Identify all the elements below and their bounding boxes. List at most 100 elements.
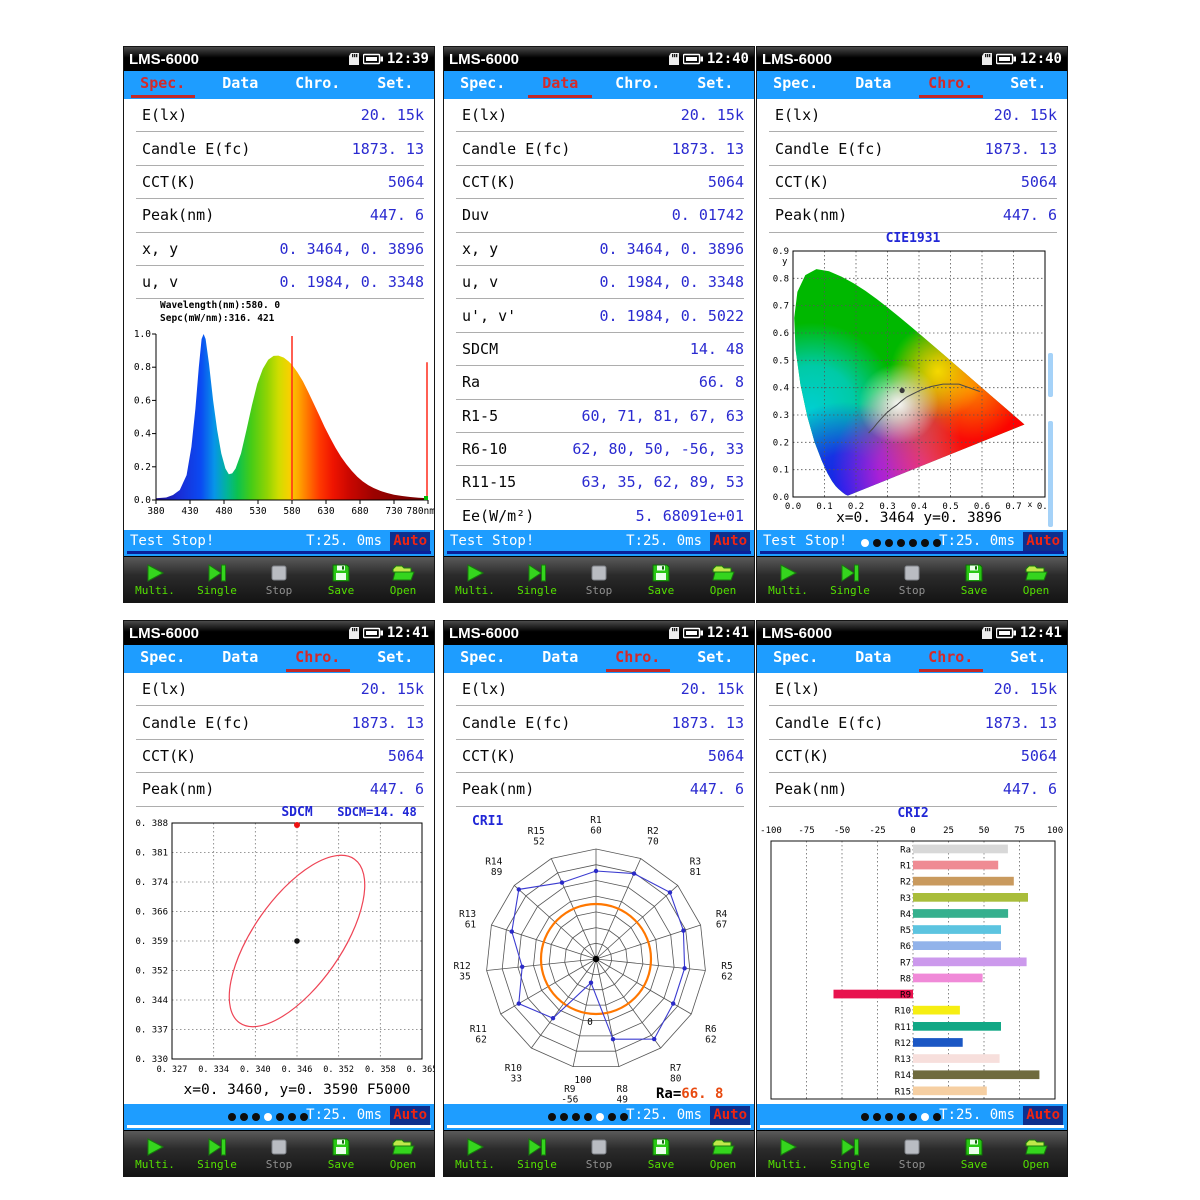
open-icon — [391, 1136, 415, 1158]
row-value: 5. 68091e+01 — [636, 507, 744, 525]
open-button[interactable]: Open — [692, 1131, 754, 1176]
tab-spec[interactable]: Spec. — [124, 645, 202, 673]
svg-text:0.0: 0.0 — [785, 502, 801, 512]
multi-button[interactable]: Multi. — [757, 557, 819, 602]
integration-time: T:25. 0ms — [626, 1107, 702, 1123]
tab-spec[interactable]: Spec. — [124, 71, 202, 99]
save-button[interactable]: Save — [630, 1131, 692, 1176]
tab-data[interactable]: Data — [835, 645, 913, 673]
svg-text:R780: R780 — [670, 1063, 682, 1085]
tab-data[interactable]: Data — [202, 71, 280, 99]
stop-icon — [589, 1136, 609, 1158]
clock: 12:40 — [707, 51, 749, 67]
tab-data[interactable]: Data — [202, 645, 280, 673]
page-dot — [897, 1113, 905, 1121]
tab-set[interactable]: Set. — [357, 645, 435, 673]
svg-text:530: 530 — [249, 506, 266, 517]
tab-data[interactable]: Data — [522, 645, 600, 673]
title-bar: LMS-6000 12:41 — [444, 621, 754, 645]
svg-text:-75: -75 — [798, 826, 814, 836]
single-button[interactable]: Single — [819, 1131, 881, 1176]
tab-chro[interactable]: Chro. — [912, 645, 990, 673]
tool-label: Single — [830, 584, 870, 597]
tab-set[interactable]: Set. — [677, 645, 755, 673]
tab-chro[interactable]: Chro. — [599, 645, 677, 673]
tab-spec[interactable]: Spec. — [757, 71, 835, 99]
save-button[interactable]: Save — [310, 557, 372, 602]
row-label: E(lx) — [769, 680, 820, 698]
svg-text:Wavelength(nm):580. 0: Wavelength(nm):580. 0 — [160, 300, 280, 311]
svg-text:0.2: 0.2 — [134, 462, 151, 473]
tool-label: Open — [390, 584, 417, 597]
tab-set[interactable]: Set. — [677, 71, 755, 99]
tab-chro[interactable]: Chro. — [599, 71, 677, 99]
stop-button[interactable]: Stop — [881, 1131, 943, 1176]
tab-data[interactable]: Data — [522, 71, 600, 99]
sd-card-icon — [668, 626, 680, 640]
svg-text:380: 380 — [147, 506, 164, 517]
open-button[interactable]: Open — [372, 557, 434, 602]
open-button[interactable]: Open — [372, 1131, 434, 1176]
page-dot — [276, 1113, 284, 1121]
open-button[interactable]: Open — [1005, 557, 1067, 602]
stop-button[interactable]: Stop — [881, 557, 943, 602]
svg-text:0.8: 0.8 — [773, 274, 789, 284]
svg-text:R562: R562 — [721, 961, 732, 983]
row-label: CCT(K) — [456, 747, 516, 765]
chart-area: Wavelength(nm):580. 0Sepc(mW/nm):316. 42… — [124, 294, 434, 530]
device-title: LMS-6000 — [762, 625, 832, 642]
tab-spec[interactable]: Spec. — [444, 645, 522, 673]
single-button[interactable]: Single — [186, 1131, 248, 1176]
spectrum-chart: Wavelength(nm):580. 0Sepc(mW/nm):316. 42… — [124, 294, 434, 530]
tab-set[interactable]: Set. — [357, 71, 435, 99]
row-label: Peak(nm) — [769, 206, 847, 224]
tab-spec[interactable]: Spec. — [444, 71, 522, 99]
row-value: 0. 1984, 0. 3348 — [280, 273, 425, 291]
tab-set[interactable]: Set. — [990, 645, 1068, 673]
multi-button[interactable]: Multi. — [124, 1131, 186, 1176]
row-value: 20. 15k — [681, 106, 744, 124]
tab-spec[interactable]: Spec. — [757, 645, 835, 673]
svg-text:-50: -50 — [834, 826, 850, 836]
stop-button[interactable]: Stop — [248, 1131, 310, 1176]
multi-button[interactable]: Multi. — [757, 1131, 819, 1176]
tab-chro[interactable]: Chro. — [279, 645, 357, 673]
multi-button[interactable]: Multi. — [124, 557, 186, 602]
stop-button[interactable]: Stop — [568, 557, 630, 602]
tab-data[interactable]: Data — [835, 71, 913, 99]
save-button[interactable]: Save — [630, 557, 692, 602]
scrollbar-thumb[interactable] — [1048, 421, 1053, 527]
svg-text:0.5: 0.5 — [773, 356, 789, 366]
table-row: Candle E(fc)1873. 13 — [136, 706, 424, 739]
stop-button[interactable]: Stop — [248, 557, 310, 602]
svg-text:480: 480 — [215, 506, 232, 517]
save-button[interactable]: Save — [943, 557, 1005, 602]
single-button[interactable]: Single — [506, 1131, 568, 1176]
save-button[interactable]: Save — [310, 1131, 372, 1176]
single-button[interactable]: Single — [506, 557, 568, 602]
title-bar: LMS-6000 12:40 — [444, 47, 754, 71]
device-screen-cri2: LMS-6000 12:41 Spec. Data Chro. Set. E(l… — [756, 620, 1068, 1177]
stop-button[interactable]: Stop — [568, 1131, 630, 1176]
page-dot-active — [861, 539, 869, 547]
tab-set[interactable]: Set. — [990, 71, 1068, 99]
multi-button[interactable]: Multi. — [444, 1131, 506, 1176]
scrollbar-thumb[interactable] — [1048, 353, 1053, 397]
multi-button[interactable]: Multi. — [444, 557, 506, 602]
tool-label: Multi. — [768, 584, 808, 597]
single-button[interactable]: Single — [186, 557, 248, 602]
single-button[interactable]: Single — [819, 557, 881, 602]
svg-text:R1162: R1162 — [470, 1024, 487, 1046]
tab-chro[interactable]: Chro. — [912, 71, 990, 99]
svg-text:R13: R13 — [895, 1055, 911, 1065]
row-value: 1873. 13 — [352, 714, 424, 732]
row-value: 1873. 13 — [985, 140, 1057, 158]
save-icon — [651, 1136, 671, 1158]
svg-text:R1552: R1552 — [528, 826, 545, 848]
tab-chro[interactable]: Chro. — [279, 71, 357, 99]
chart-area: SDCMSDCM=14. 480. 3880. 3810. 3740. 3660… — [124, 803, 434, 1104]
open-button[interactable]: Open — [1005, 1131, 1067, 1176]
save-button[interactable]: Save — [943, 1131, 1005, 1176]
toolbar: Multi. Single StopSaveOpen — [757, 556, 1067, 602]
open-button[interactable]: Open — [692, 557, 754, 602]
